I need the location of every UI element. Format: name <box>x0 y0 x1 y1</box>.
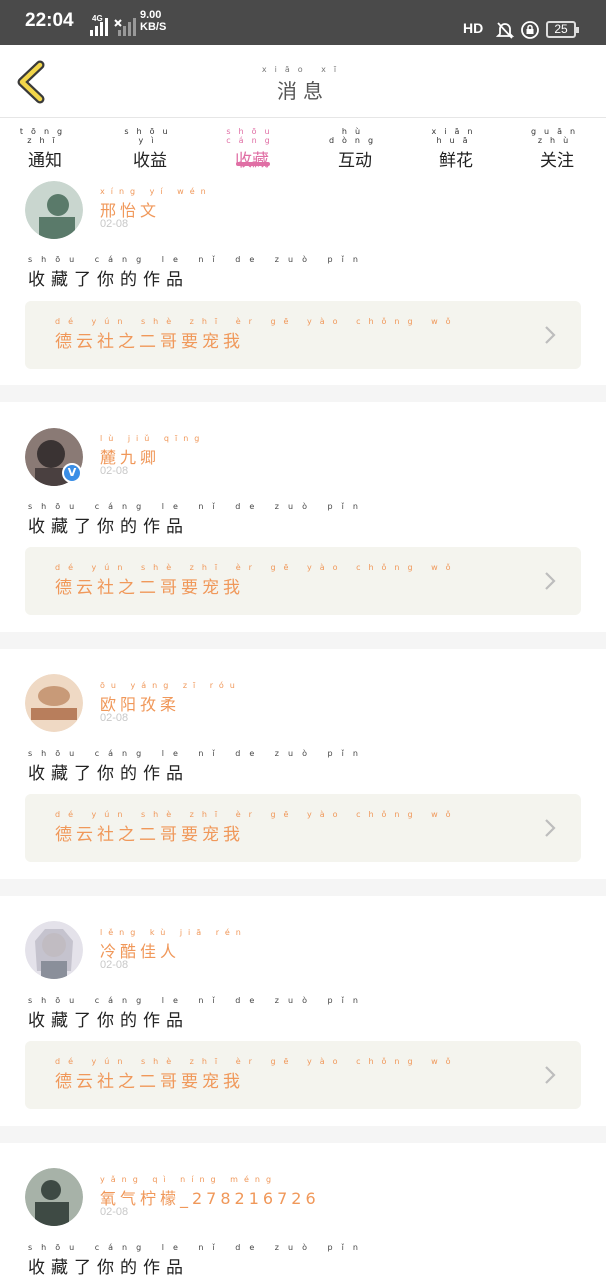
username[interactable]: lù jiǔ qīng 麓九卿 <box>100 434 205 468</box>
work-link[interactable]: dé yún shè zhī èr gē yào chǒng wǒ 德云社之二哥要… <box>25 794 581 862</box>
timestamp: 02-08 <box>100 218 129 230</box>
divider <box>0 879 606 896</box>
timestamp: 02-08 <box>100 1206 129 1218</box>
list-item: xíng yí wén 邢怡文 02-08 shōu cáng le nǐ de … <box>0 170 606 385</box>
username[interactable]: yǎng qì níng méng 氧气柠檬_278216726 <box>100 1175 320 1209</box>
hd-icon: HD <box>463 20 484 36</box>
avatar[interactable] <box>25 674 83 732</box>
action-text: shōu cáng le nǐ de zuò pǐn 收藏了你的作品 <box>28 749 367 784</box>
divider <box>0 632 606 649</box>
work-title: dé yún shè zhī èr gē yào chǒng wǒ 德云社之二哥要… <box>55 810 459 845</box>
action-text: shōu cáng le nǐ de zuò pǐn 收藏了你的作品 <box>28 255 367 290</box>
list-item: ōu yáng zī róu 欧阳孜柔 02-08 shōu cáng le nǐ… <box>0 649 606 879</box>
timestamp: 02-08 <box>100 959 129 971</box>
tab-bar: tōng zhī 通知 shōu yì 收益 shōu cáng 收藏 hù dòng… <box>0 118 606 171</box>
bell-muted-icon <box>495 22 515 39</box>
username[interactable]: ōu yáng zī róu 欧阳孜柔 <box>100 681 241 715</box>
divider <box>0 1126 606 1143</box>
avatar[interactable] <box>25 1168 83 1226</box>
page-header: xiāo xī 消息 <box>0 45 606 118</box>
action-text: shōu cáng le nǐ de zuò pǐn 收藏了你的作品 <box>28 502 367 537</box>
action-text: shōu cáng le nǐ de zuò pǐn 收藏了你的作品 <box>28 1243 367 1278</box>
work-title: dé yún shè zhī èr gē yào chǒng wǒ 德云社之二哥要… <box>55 563 459 598</box>
verified-badge-icon: V <box>62 463 82 483</box>
chevron-right-icon <box>545 819 556 837</box>
chevron-right-icon <box>545 1066 556 1084</box>
network-type: 4G <box>92 14 103 23</box>
work-link[interactable]: dé yún shè zhī èr gē yào chǒng wǒ 德云社之二哥要… <box>25 547 581 615</box>
work-link[interactable]: dé yún shè zhī èr gē yào chǒng wǒ 德云社之二哥要… <box>25 301 581 369</box>
work-title: dé yún shè zhī èr gē yào chǒng wǒ 德云社之二哥要… <box>55 317 459 352</box>
signal-icon: 4G <box>90 14 136 36</box>
tab-notifications[interactable]: tōng zhī 通知 <box>15 127 75 171</box>
username[interactable]: xíng yí wén 邢怡文 <box>100 187 212 221</box>
username[interactable]: lěng kù jiā rén 冷酷佳人 <box>100 928 247 962</box>
avatar[interactable] <box>25 181 83 239</box>
divider <box>0 385 606 402</box>
active-tab-indicator <box>236 162 270 166</box>
battery-icon: 25 <box>546 21 579 38</box>
tab-earnings[interactable]: shōu yì 收益 <box>120 127 180 171</box>
timestamp: 02-08 <box>100 465 129 477</box>
bottom-nav-indicator <box>70 1276 536 1280</box>
chevron-right-icon <box>545 326 556 344</box>
tab-interactions[interactable]: hù dòng 互动 <box>325 127 385 171</box>
work-link[interactable]: dé yún shè zhī èr gē yào chǒng wǒ 德云社之二哥要… <box>25 1041 581 1109</box>
chevron-right-icon <box>545 572 556 590</box>
timestamp: 02-08 <box>100 712 129 724</box>
list-item: V lù jiǔ qīng 麓九卿 02-08 shōu cáng le nǐ d… <box>0 402 606 632</box>
action-text: shōu cáng le nǐ de zuò pǐn 收藏了你的作品 <box>28 996 367 1031</box>
status-bar: 22:04 4G 9.00 KB/S HD 25 <box>0 0 606 45</box>
list-item: yǎng qì níng méng 氧气柠檬_278216726 02-08 sh… <box>0 1143 606 1280</box>
tab-following[interactable]: guān zhù 关注 <box>527 127 587 171</box>
network-speed: 9.00 KB/S <box>140 9 167 33</box>
list-item: lěng kù jiā rén 冷酷佳人 02-08 shōu cáng le n… <box>0 896 606 1126</box>
page-title: xiāo xī 消息 <box>0 65 606 104</box>
status-time: 22:04 <box>25 10 74 31</box>
tab-flowers[interactable]: xiān huā 鲜花 <box>426 127 486 171</box>
avatar[interactable] <box>25 921 83 979</box>
lock-rotation-icon <box>521 21 539 39</box>
page-title-pinyin: xiāo xī <box>261 65 345 74</box>
work-title: dé yún shè zhī èr gē yào chǒng wǒ 德云社之二哥要… <box>55 1057 459 1092</box>
